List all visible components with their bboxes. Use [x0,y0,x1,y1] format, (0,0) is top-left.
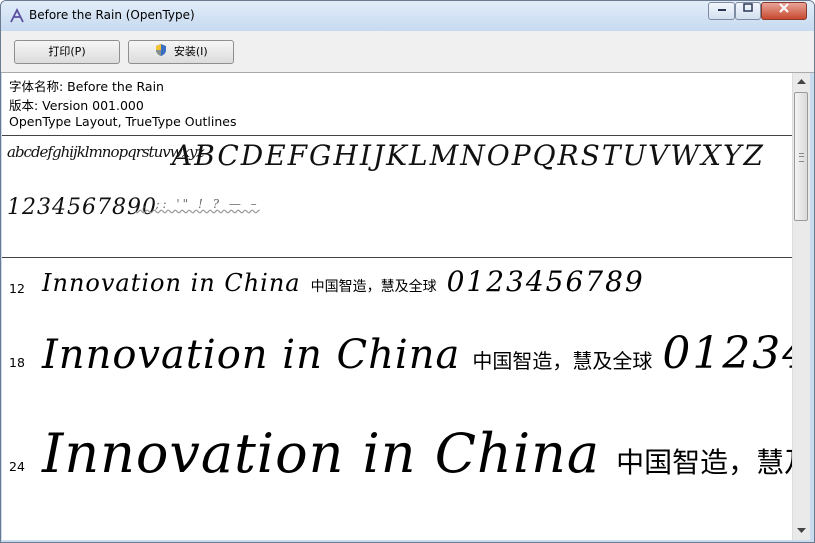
divider-top [2,135,792,136]
maximize-button[interactable] [735,2,761,20]
chevron-down-icon [797,528,806,533]
scrollbar-thumb[interactable] [794,92,808,221]
sample-latin: Innovation in China [42,332,461,378]
install-button-label: 安装(I) [173,45,208,58]
charset-uppercase: ABCDEFGHIJKLMNOPQRSTUVWXYZ [172,139,765,172]
sample-line-12: Innovation in China 中国智造，慧及全球 0123456789 [42,265,645,298]
font-preview-area[interactable]: 字体名称: Before the Rain 版本: Version 001.00… [2,73,792,540]
font-version-line: 版本: Version 001.000 [9,98,144,113]
maximize-icon [743,3,753,12]
sample-digits: 0123456789 [446,265,645,298]
sample-line-24: Innovation in China中国智造，慧及全球0123456789 [42,418,792,486]
grip-icon [799,153,804,162]
sample-size-label: 12 [9,281,25,296]
font-format-line: OpenType Layout, TrueType Outlines [9,114,237,129]
scroll-down-button[interactable] [793,523,810,540]
uac-shield-icon [154,43,168,57]
divider-bottom [2,257,792,258]
sample-latin: Innovation in China [42,269,301,297]
install-button[interactable]: 安装(I) [128,40,234,64]
close-icon [779,3,789,13]
close-button[interactable] [761,2,807,20]
scroll-up-button[interactable] [793,73,810,90]
print-button-label: 打印(P) [48,45,86,58]
print-button[interactable]: 打印(P) [14,40,120,64]
minimize-button[interactable] [708,2,735,20]
sample-line-18: Innovation in China 中国智造，慧及全球 0123456789 [42,328,792,379]
sample-cjk: 中国智造，慧及全球 [472,349,653,373]
font-name-line: 字体名称: Before the Rain [9,79,164,94]
toolbar: 打印(P) 安装(I) [1,31,814,73]
title-bar[interactable]: Before the Rain (OpenType) [1,1,814,31]
sample-cjk: 中国智造，慧及全球 [616,446,792,479]
chevron-up-icon [797,79,806,84]
font-viewer-window: Before the Rain (OpenType) 打印(P) 安装(I) 字… [0,0,815,543]
minimize-icon [717,9,726,11]
vertical-scrollbar[interactable] [792,73,810,540]
sample-latin: Innovation in China [42,422,601,485]
sample-cjk: 中国智造，慧及全球 [310,279,437,295]
charset-symbols: ., ;: '" ! ? — – [135,197,260,211]
sample-size-label: 18 [9,355,25,370]
font-viewer-icon [9,7,25,24]
sample-digits: 0123456789 [662,328,792,379]
window-title: Before the Rain (OpenType) [29,8,195,22]
sample-size-label: 24 [9,459,25,474]
